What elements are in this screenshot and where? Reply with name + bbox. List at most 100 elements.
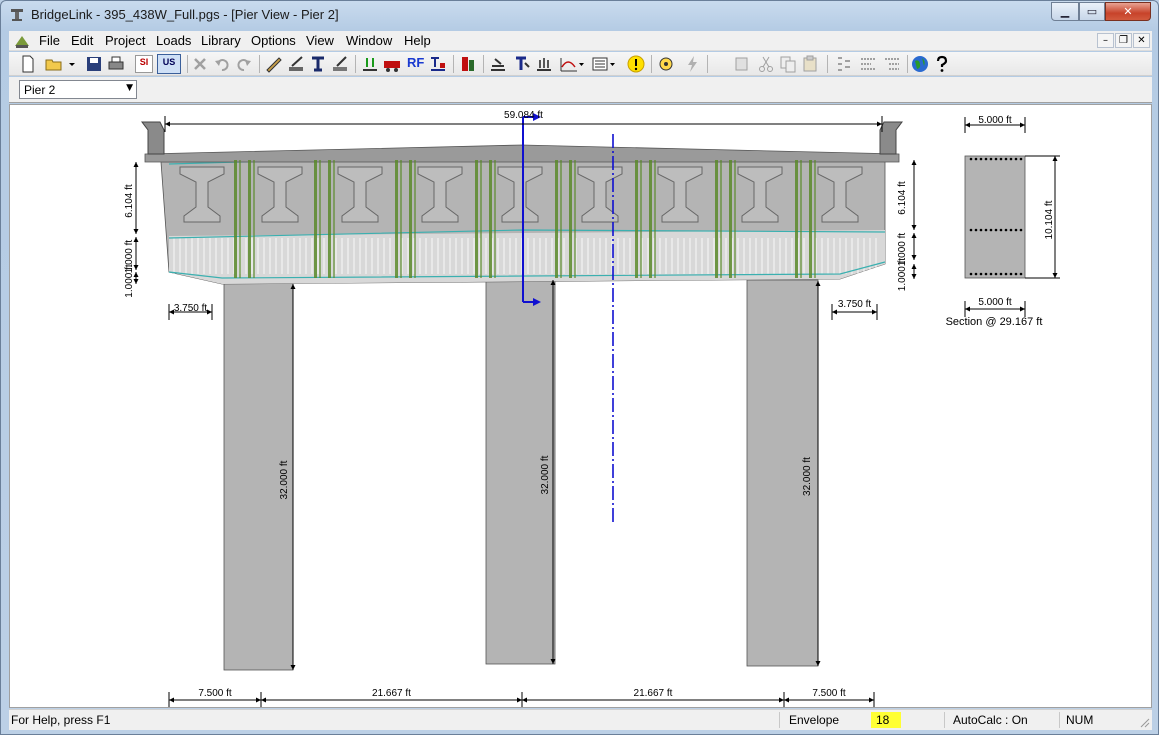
minimize-window-button[interactable]: ▁ bbox=[1051, 2, 1079, 21]
bottom-dim-2-arrow-right bbox=[517, 697, 522, 703]
stirrup-bar bbox=[333, 160, 335, 278]
menu-library[interactable]: Library bbox=[201, 33, 241, 48]
live-load-icon[interactable] bbox=[383, 55, 401, 73]
si-units-icon[interactable]: SI bbox=[135, 55, 153, 73]
copy-girder-icon[interactable] bbox=[733, 55, 751, 73]
section-top-width-dim-arrow-right bbox=[1020, 122, 1025, 128]
menu-options[interactable]: Options bbox=[251, 33, 296, 48]
resize-grip-icon[interactable] bbox=[1140, 718, 1150, 728]
chevron-down-icon: ▼ bbox=[126, 83, 133, 93]
section-rebar-bottom bbox=[1009, 272, 1013, 276]
menu-bar: File Edit Project Loads Library Options … bbox=[9, 31, 1152, 51]
mdi-minimize-button[interactable]: – bbox=[1097, 33, 1114, 48]
section-rebar-bottom bbox=[974, 272, 978, 276]
report-icon[interactable] bbox=[591, 55, 617, 73]
close-window-button[interactable]: ✕ bbox=[1105, 2, 1151, 21]
toolbar-separator bbox=[827, 55, 828, 73]
left-overhang-dim-label: 3.750 ft bbox=[174, 303, 208, 314]
status-bar: For Help, press F1 Envelope 18 AutoCalc … bbox=[9, 709, 1152, 730]
analysis-results-icon[interactable] bbox=[489, 55, 507, 73]
left-height-bot-dim-label: 1.000 ft bbox=[124, 264, 135, 298]
menu-project[interactable]: Project bbox=[105, 33, 145, 48]
bottom-dim-2-label: 21.667 ft bbox=[372, 688, 411, 699]
section-rebar-mid bbox=[994, 228, 998, 232]
section-bottom-width-dim-label: 5.000 ft bbox=[978, 297, 1012, 308]
undo-icon[interactable] bbox=[213, 55, 231, 73]
cap-section bbox=[964, 155, 1026, 279]
graph-icon[interactable] bbox=[559, 55, 585, 73]
mdi-restore-icon: ❐ bbox=[1119, 35, 1128, 46]
cut-icon[interactable] bbox=[757, 55, 775, 73]
influence-lines-icon[interactable] bbox=[513, 55, 531, 73]
stirrup-bar bbox=[715, 160, 718, 278]
bottom-dim-4-arrow-right bbox=[869, 697, 874, 703]
section-rebar-mid bbox=[979, 228, 983, 232]
right-height-bot-dim-arrow-top bbox=[911, 264, 917, 269]
paste-icon[interactable] bbox=[801, 55, 819, 73]
stirrup-bar bbox=[489, 160, 492, 278]
right-overhang-dim-label: 3.750 ft bbox=[838, 299, 872, 310]
edit-pier-icon[interactable] bbox=[331, 55, 349, 73]
maximize-window-button[interactable]: ▭ bbox=[1079, 2, 1105, 21]
pier-dropdown[interactable]: Pier 2 ▼ bbox=[19, 80, 137, 99]
section-rebar-mid bbox=[1019, 228, 1023, 232]
window-title: BridgeLink - 395_438W_Full.pgs - [Pier V… bbox=[31, 7, 339, 22]
delete-icon[interactable] bbox=[191, 55, 209, 73]
stirrup-bar bbox=[409, 160, 412, 278]
section-rebar-top bbox=[989, 157, 993, 161]
top-width-dim-arrow-right bbox=[877, 121, 882, 127]
mdi-restore-button[interactable]: ❐ bbox=[1115, 33, 1132, 48]
title-bar[interactable]: BridgeLink - 395_438W_Full.pgs - [Pier V… bbox=[1, 1, 1158, 29]
stirrup-bar bbox=[720, 160, 722, 278]
align-icon[interactable] bbox=[859, 55, 877, 73]
us-units-icon[interactable]: US bbox=[157, 54, 181, 74]
stirrup-bar bbox=[314, 160, 317, 278]
open-folder-icon[interactable] bbox=[45, 55, 63, 73]
menu-loads[interactable]: Loads bbox=[156, 33, 191, 48]
help-icon[interactable] bbox=[933, 55, 951, 73]
menu-edit[interactable]: Edit bbox=[71, 33, 93, 48]
column3-height-dim-label: 32.000 ft bbox=[802, 457, 813, 496]
stirrup-bar bbox=[494, 160, 496, 278]
section-rebar-top bbox=[1014, 157, 1018, 161]
menu-view[interactable]: View bbox=[306, 33, 334, 48]
edit-spans-icon[interactable] bbox=[309, 55, 327, 73]
dropdown-arrow-icon[interactable] bbox=[67, 55, 77, 73]
section-rebar-mid bbox=[1014, 228, 1018, 232]
mdi-close-button[interactable]: ✕ bbox=[1133, 33, 1150, 48]
stirrup-bar bbox=[640, 160, 642, 278]
save-icon[interactable] bbox=[85, 55, 103, 73]
print-icon[interactable] bbox=[107, 55, 125, 73]
globe-icon[interactable] bbox=[911, 55, 929, 73]
bottom-dim-1-arrow-left bbox=[169, 697, 174, 703]
rf-icon[interactable]: RF bbox=[407, 55, 425, 73]
edit-girder-icon[interactable] bbox=[287, 55, 305, 73]
right-height-mid-dim-arrow-top bbox=[911, 233, 917, 238]
main-toolbar: SI US RF bbox=[9, 52, 1152, 76]
tree-icon[interactable] bbox=[883, 55, 901, 73]
edit-bridge-icon[interactable] bbox=[265, 55, 283, 73]
settings-icon[interactable] bbox=[657, 55, 675, 73]
redo-icon[interactable] bbox=[235, 55, 253, 73]
stirrup-bar bbox=[480, 160, 482, 278]
application-window: BridgeLink - 395_438W_Full.pgs - [Pier V… bbox=[0, 0, 1159, 735]
edit-loads-icon[interactable] bbox=[361, 55, 379, 73]
moment-diagram-icon[interactable] bbox=[429, 55, 447, 73]
pier-view-canvas[interactable]: 59.084 ft 6.104 ft 1.000 ft 1.000 ft 6.104 f… bbox=[9, 104, 1152, 708]
copy-icon[interactable] bbox=[779, 55, 797, 73]
toolbar-separator bbox=[187, 55, 188, 73]
status-warning-icon[interactable] bbox=[627, 55, 645, 73]
menu-file[interactable]: File bbox=[39, 33, 60, 48]
properties-icon[interactable] bbox=[835, 55, 853, 73]
concrete-icon[interactable] bbox=[459, 55, 477, 73]
section-height-dim-arrow-top bbox=[1052, 156, 1058, 161]
menu-help[interactable]: Help bbox=[404, 33, 431, 48]
menu-window[interactable]: Window bbox=[346, 33, 392, 48]
section-rebar-bottom bbox=[984, 272, 988, 276]
stirrup-bar bbox=[319, 160, 321, 278]
left-height-top-dim-arrow-bottom bbox=[133, 229, 139, 234]
new-file-icon[interactable] bbox=[19, 55, 37, 73]
stability-icon[interactable] bbox=[535, 55, 553, 73]
lightning-icon[interactable] bbox=[683, 55, 701, 73]
document-system-menu-icon[interactable] bbox=[13, 32, 31, 50]
